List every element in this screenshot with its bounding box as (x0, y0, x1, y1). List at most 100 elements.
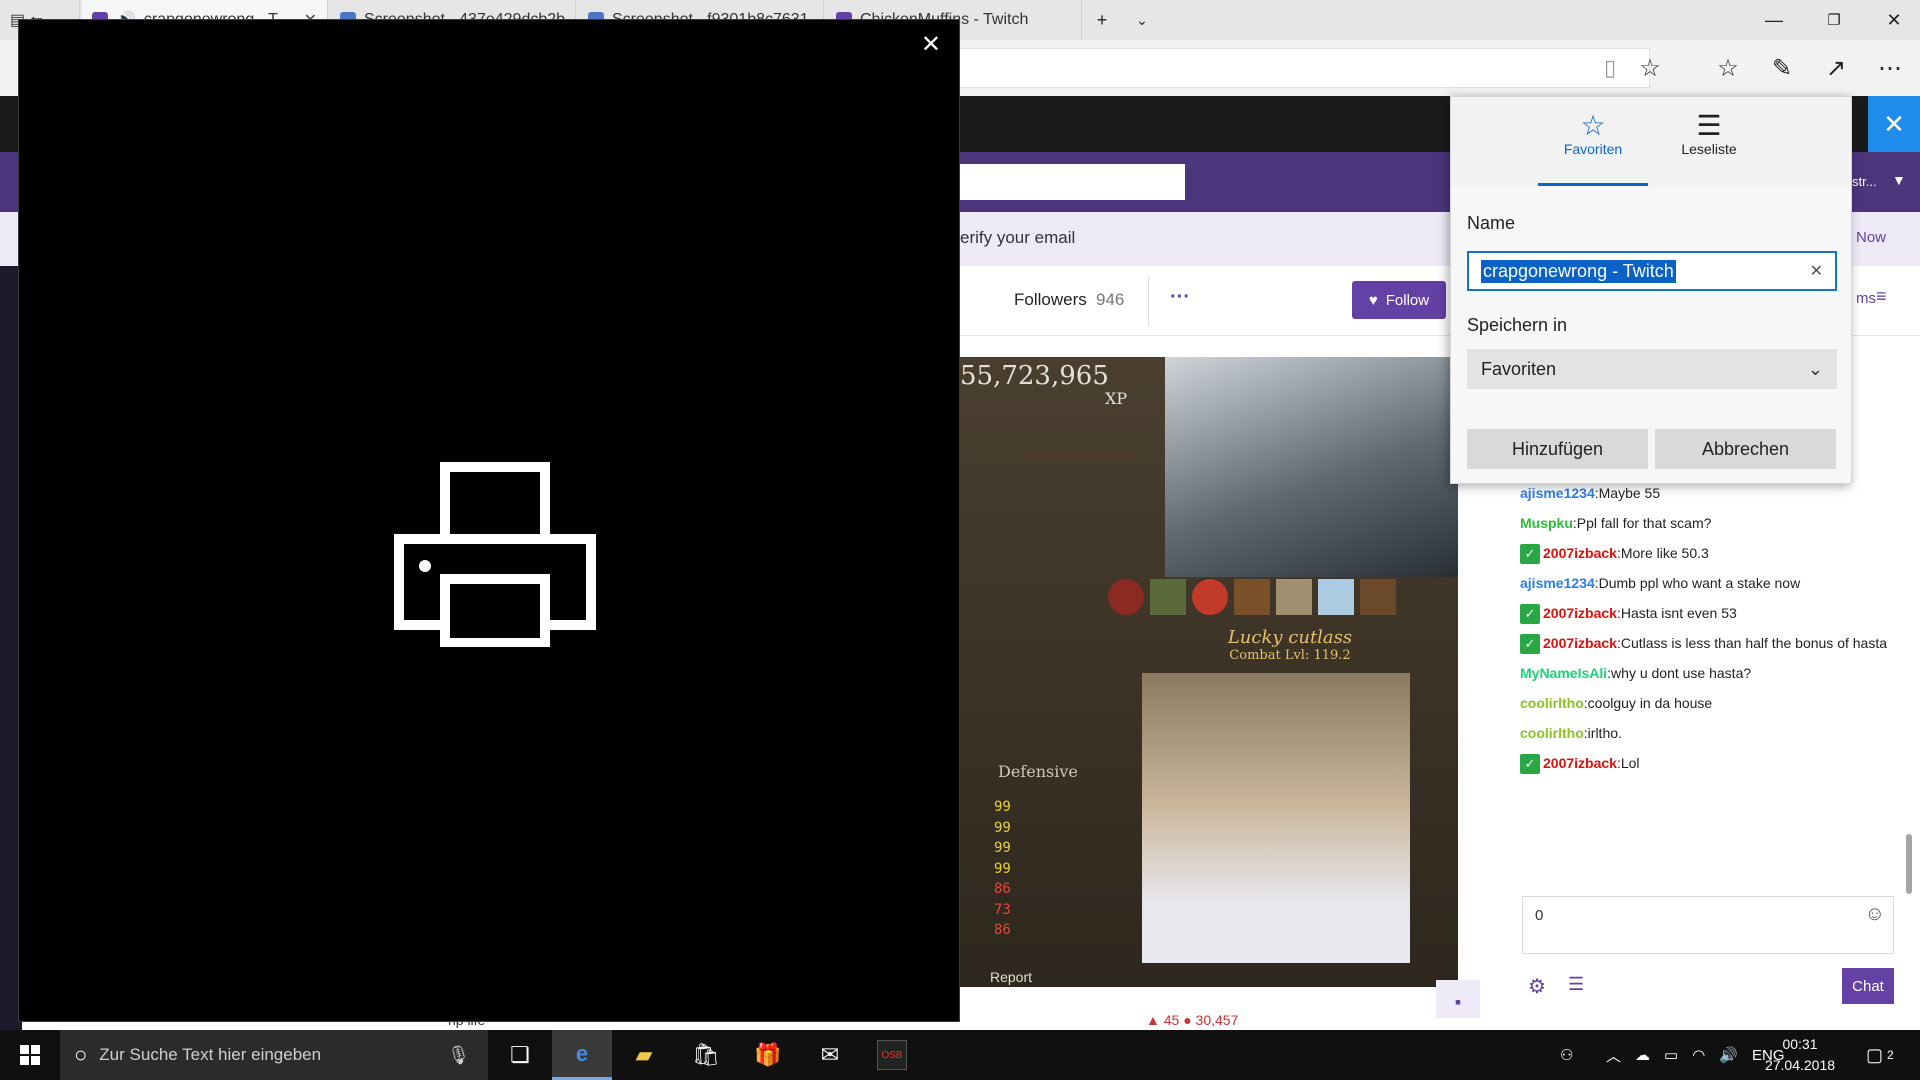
emoji-icon[interactable]: ☺ (1865, 903, 1885, 926)
chat-message: ✓ 2007izback: Lol (1520, 750, 1890, 777)
chat-message: ajisme1234: Dumb ppl who want a stake no… (1520, 570, 1890, 597)
followers-count: 946 (1096, 290, 1125, 309)
tab-leseliste[interactable]: ☰ Leseliste (1654, 110, 1764, 158)
chat-input[interactable]: 0 ☺ (1522, 896, 1894, 954)
loot-name: Lucky cutlass (1227, 627, 1353, 648)
header-chevron-icon[interactable]: ▼ (1892, 172, 1906, 188)
chat-scrollbar[interactable] (1906, 834, 1912, 894)
stat-value: 99 (994, 819, 1011, 836)
stat-value: 86 (994, 881, 1011, 897)
share-icon[interactable]: ↗ (1818, 50, 1854, 86)
chevron-down-icon: ⌄ (1807, 358, 1823, 379)
chat-username[interactable]: 2007izback (1543, 630, 1617, 657)
list-icon[interactable]: ≡ (1876, 286, 1887, 307)
chevron-up-icon[interactable]: ︿ (1606, 1045, 1621, 1066)
chat-username[interactable]: 2007izback (1543, 540, 1617, 567)
defensive-label: Defensive (998, 762, 1078, 781)
viewer-list-icon[interactable]: ☰ (1568, 974, 1584, 995)
favorite-star-icon[interactable]: ☆ (1632, 50, 1668, 86)
chat-username[interactable]: ajisme1234 (1520, 570, 1595, 597)
restore-button[interactable]: ❐ (1804, 0, 1864, 40)
edge-browser-icon[interactable]: e (552, 1030, 612, 1080)
reading-view-icon[interactable]: ▯ (1592, 50, 1628, 86)
more-options-icon[interactable]: ··· (1170, 286, 1190, 309)
name-field[interactable]: crapgonewrong - Twitch ✕ (1467, 251, 1837, 291)
add-button[interactable]: Hinzufügen (1467, 429, 1648, 469)
chat-text: Lol (1620, 755, 1640, 771)
chat-text: coolguy in da house (1587, 695, 1713, 711)
clear-icon[interactable]: ✕ (1810, 261, 1823, 281)
magic-icon (1360, 579, 1396, 615)
bottom-stats: ▲ 45 ● 30,457 (1146, 1012, 1239, 1028)
address-input[interactable] (900, 48, 1650, 88)
cancel-button[interactable]: Abbrechen (1655, 429, 1836, 469)
xp-label: XP (1105, 389, 1128, 408)
windows-start-icon[interactable] (0, 1030, 60, 1080)
loot-title: Lucky cutlass Combat Lvl: 119.2 (1165, 627, 1415, 663)
name-label: Name (1467, 213, 1516, 233)
badge-icon[interactable]: ✓ (1520, 604, 1540, 624)
chat-text: Hasta isnt even 53 (1620, 605, 1737, 621)
minimize-button[interactable]: — (1744, 0, 1804, 40)
settings-gear-icon[interactable]: ⚙ (1528, 974, 1546, 999)
notification-center-icon[interactable]: ▢ 2 (1866, 1030, 1894, 1080)
badge-icon[interactable]: ✓ (1520, 544, 1540, 564)
osb-app-icon[interactable]: OSB (862, 1030, 922, 1080)
badge-icon[interactable]: ✓ (1520, 754, 1540, 774)
favorites-hub-icon[interactable]: ☆ (1710, 50, 1746, 86)
chat-send-button[interactable]: Chat (1842, 968, 1894, 1004)
volume-icon[interactable]: 🔊 (1719, 1046, 1738, 1064)
chat-username[interactable]: 2007izback (1543, 600, 1617, 627)
video-player[interactable]: 55,723,965 XP Lucky cutlass Combat Lvl: … (960, 357, 1458, 987)
mail-icon[interactable]: ✉ (800, 1030, 860, 1080)
overlay-close-icon[interactable]: ✕ (921, 30, 941, 59)
chat-username[interactable]: 2007izback (1543, 750, 1617, 777)
pen-icon[interactable]: ✎ (1764, 50, 1800, 86)
close-window-button[interactable]: ✕ (1864, 0, 1920, 40)
printer-icon (394, 462, 596, 647)
xp-counter: 55,723,965 (960, 361, 1109, 391)
report-label: Report (990, 969, 1033, 985)
chat-text: More like 50.3 (1620, 545, 1709, 561)
chat-username[interactable]: coolirltho (1520, 690, 1584, 717)
badge-icon[interactable]: ✓ (1520, 634, 1540, 654)
battery-icon[interactable]: ▭ (1664, 1046, 1678, 1064)
taskbar-search[interactable]: ○ Zur Suche Text hier eingeben 🎙 (60, 1030, 488, 1080)
more-icon[interactable]: ⋯ (1872, 50, 1908, 86)
verify-now-link[interactable]: Now (1856, 229, 1886, 246)
items-label[interactable]: ms (1856, 290, 1876, 307)
task-view-icon[interactable]: ❏ (490, 1030, 550, 1080)
reading-list-icon: ☰ (1696, 110, 1722, 141)
chat-input-value: 0 (1535, 907, 1544, 924)
system-tray: ︿ ☁ ▭ ◠ 🔊 ENG (1606, 1030, 1785, 1080)
save-in-select[interactable]: Favoriten ⌄ (1467, 349, 1837, 389)
game-tab-icons (1108, 579, 1408, 625)
microphone-icon[interactable]: 🎙 (447, 1045, 470, 1066)
flyout-close-icon[interactable]: ✕ (1868, 96, 1920, 152)
people-icon[interactable]: ⚇ (1560, 1030, 1573, 1080)
cloud-icon[interactable]: ☁ (1635, 1046, 1650, 1064)
webcam-face (1142, 673, 1410, 963)
message-icon: ▢ (1866, 1044, 1884, 1065)
chat-message: ✓ 2007izback: More like 50.3 (1520, 540, 1890, 567)
follow-button[interactable]: ♥ Follow (1352, 281, 1446, 319)
clock[interactable]: 00:31 27.04.2018 (1760, 1034, 1840, 1076)
quest-icon (1192, 579, 1228, 615)
new-tab-button[interactable]: + (1082, 0, 1122, 40)
chat-username[interactable]: coolirltho (1520, 720, 1584, 747)
chat-username[interactable]: Muspku (1520, 510, 1573, 537)
store-icon[interactable]: 🛍 (676, 1030, 736, 1080)
followers-label[interactable]: Followers (1014, 290, 1087, 310)
chat-text: irltho. (1587, 725, 1622, 741)
taskbar: ○ Zur Suche Text hier eingeben 🎙 ❏ e ▰ 🛍… (0, 1030, 1920, 1080)
search-input[interactable] (940, 164, 1185, 200)
tab-favoriten[interactable]: ☆ Favoriten (1538, 111, 1648, 158)
file-explorer-icon[interactable]: ▰ (614, 1030, 674, 1080)
chat-username[interactable]: MyNameIsAli (1520, 660, 1607, 687)
name-field-value: crapgonewrong - Twitch (1481, 259, 1676, 283)
gift-icon[interactable]: 🎁 (738, 1030, 798, 1080)
chat-username[interactable]: ajisme1234 (1520, 480, 1595, 507)
tab-list-chevron-icon[interactable]: ⌄ (1122, 0, 1162, 40)
wifi-icon[interactable]: ◠ (1692, 1046, 1705, 1064)
stat-value: 86 (994, 922, 1011, 938)
